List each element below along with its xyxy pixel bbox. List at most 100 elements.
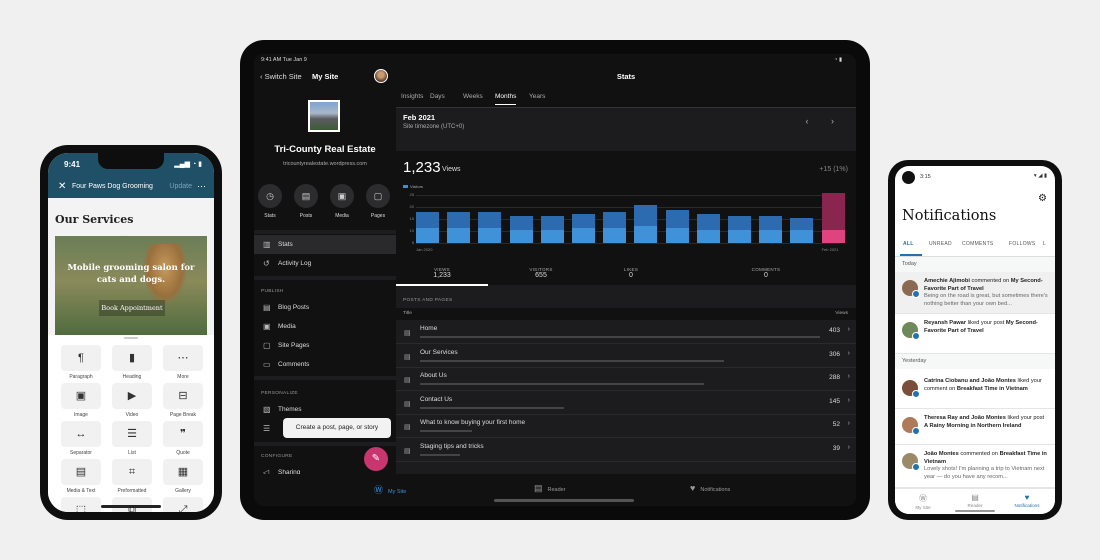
tabbar-notifications[interactable]: ♥ Notifications (690, 483, 730, 493)
sidebar-item-media[interactable]: ▣ Media (254, 317, 396, 336)
avatar (902, 380, 920, 398)
post-row[interactable]: ▤ Contact Us 145 › (396, 391, 856, 415)
tab-weeks[interactable]: Weeks (463, 93, 483, 100)
block-quote[interactable]: ❞ Quote (163, 421, 203, 456)
y-tick-label: 15 (409, 216, 414, 221)
quick-action-pages[interactable]: ▢ Pages (366, 184, 390, 219)
book-appointment-button[interactable]: Book Appointment (99, 300, 165, 316)
post-row[interactable]: ▤ Staging tips and tricks 39 › (396, 438, 856, 462)
nav-reader[interactable]: ▤ Reader (955, 493, 995, 508)
nav-my-site[interactable]: Ⓦ My Site (903, 493, 943, 510)
block-item-12[interactable]: ⬚ (61, 497, 101, 512)
notification-item[interactable]: Amechie Ajimobi commented on My Second-F… (895, 272, 1055, 314)
chart-bar[interactable] (603, 212, 627, 243)
switch-site-button[interactable]: ‹ Switch Site (260, 72, 302, 81)
sidebar-item-themes[interactable]: ▧ Themes (254, 400, 396, 419)
block-preformatted[interactable]: ⌗ Preformatted (112, 459, 152, 494)
chart-bar[interactable] (447, 212, 471, 243)
block-heading[interactable]: ▮ Heading (112, 345, 152, 380)
chart-bar[interactable] (634, 204, 658, 243)
sidebar-item-comments[interactable]: ▭ Comments (254, 355, 396, 374)
notification-item[interactable]: Theresa Ray and João Montes liked your p… (895, 409, 1055, 445)
chart-bar[interactable] (696, 214, 720, 243)
block-media-text[interactable]: ▤ Media & Text (61, 459, 101, 494)
update-button[interactable]: Update (169, 183, 192, 190)
tab-months[interactable]: Months (495, 93, 517, 105)
bar-views (696, 214, 720, 230)
sidebar-item-label: Comments (278, 361, 310, 368)
legend-label: Visitors (410, 184, 424, 189)
block-video[interactable]: ▶ Video (112, 383, 152, 418)
gear-icon[interactable]: ⚙ (1038, 193, 1047, 204)
sidebar-item-more[interactable]: ☰ (254, 419, 396, 438)
block-label: Page Break (169, 412, 197, 418)
summary-visitors[interactable]: VISITORS 655 (501, 267, 581, 279)
chart-bar[interactable] (821, 193, 845, 243)
quick-action-posts[interactable]: ▤ Posts (294, 184, 318, 219)
notif-tab-comments[interactable]: COMMENTS (962, 241, 994, 247)
block-gallery[interactable]: ▦ Gallery (163, 459, 203, 494)
site-title: Four Paws Dog Grooming (72, 183, 153, 190)
tab-insights[interactable]: Insights (401, 93, 423, 100)
tabbar-my-site[interactable]: Ⓦ My Site (374, 483, 406, 496)
notification-item[interactable]: Catrina Ciobanu and João Montes liked yo… (895, 372, 1055, 409)
nav-notifications[interactable]: ♥ Notifications (1007, 493, 1047, 508)
block-more[interactable]: ⋯ More (163, 345, 203, 380)
chart-bar[interactable] (509, 216, 533, 243)
summary-views[interactable]: VIEWS 1,233 (402, 267, 482, 279)
sidebar-item-site-pages[interactable]: ▢ Site Pages (254, 336, 396, 355)
notif-tab-follows[interactable]: FOLLOWS (1009, 241, 1036, 247)
bar-views (447, 212, 471, 228)
chart-bar[interactable] (416, 212, 439, 243)
notif-tab-l[interactable]: L (1043, 241, 1046, 247)
chart-bar[interactable] (759, 216, 783, 243)
block-separator[interactable]: ↔ Separator (61, 421, 101, 456)
chart-bar[interactable] (728, 216, 751, 243)
tab-days[interactable]: Days (430, 93, 445, 100)
quick-action-stats[interactable]: ◷ Stats (258, 184, 282, 219)
block-label: Gallery (175, 488, 191, 494)
chart-bar[interactable] (572, 214, 595, 243)
post-row[interactable]: ▤ What to know buying your first home 52 › (396, 415, 856, 438)
bar-visitors (634, 225, 658, 243)
notification-item[interactable]: Reyansh Pawar liked your post My Second-… (895, 314, 1055, 354)
views-total: 1,233 (403, 159, 441, 176)
site-url[interactable]: tricountyrealestate.wordpress.com (254, 161, 396, 167)
block-list[interactable]: ☰ List (112, 421, 152, 456)
chart-bar[interactable] (665, 210, 689, 243)
page-heading[interactable]: Our Services (55, 213, 133, 226)
chart-bar[interactable] (478, 212, 502, 243)
block-inserter: ¶ Paragraph ▮ Heading ⋯ More ▣ Image ▶ Video ⊟ Page… (48, 335, 214, 512)
sidebar-item-stats[interactable]: ▥ Stats (254, 235, 396, 254)
post-row[interactable]: ▤ About Us 288 › (396, 368, 856, 391)
notif-tab-all[interactable]: ALL (903, 241, 914, 247)
quick-action-media[interactable]: ▣ Media (330, 184, 354, 219)
close-icon[interactable]: ✕ (58, 181, 66, 192)
notif-tab-unread[interactable]: UNREAD (929, 241, 952, 247)
block-page-break[interactable]: ⊟ Page Break (163, 383, 203, 418)
more-icon[interactable]: ⋯ (197, 181, 206, 192)
chart-bar[interactable] (790, 218, 814, 243)
block-paragraph[interactable]: ¶ Paragraph (61, 345, 101, 380)
period-nav-chevrons[interactable]: ‹ › (806, 116, 845, 126)
tabbar-reader[interactable]: ▤ Reader (534, 483, 566, 494)
chart-legend: Visitors (403, 184, 423, 189)
status-time: 9:41 AM Tue Jan 9 (261, 57, 307, 63)
cover-block[interactable]: Mobile grooming salon for cats and dogs.… (55, 236, 207, 336)
site-icon[interactable] (308, 100, 340, 132)
summary-value: 1,233 (433, 272, 451, 279)
reader-icon: ▤ (534, 483, 543, 493)
block-item-14[interactable]: ⤢ (163, 497, 203, 512)
tab-years[interactable]: Years (529, 93, 545, 100)
notification-item[interactable]: João Montes commented on Breakfast Time … (895, 445, 1055, 488)
summary-likes[interactable]: LIKES 0 (591, 267, 671, 279)
summary-comments[interactable]: COMMENTS 0 (726, 267, 806, 279)
chart-bar[interactable] (540, 216, 564, 243)
post-row[interactable]: ▤ Our Services 306 › (396, 344, 856, 368)
sidebar-item-blog-posts[interactable]: ▤ Blog Posts (254, 298, 396, 317)
sidebar-item-activity-log[interactable]: ↺ Activity Log (254, 254, 396, 273)
block-image[interactable]: ▣ Image (61, 383, 101, 418)
post-row[interactable]: ▤ Home 403 › (396, 321, 856, 344)
summary-tabs: VIEWS 1,233 VISITORS 655 LIKES 0 COMMENTS 0 (396, 265, 856, 285)
avatar[interactable] (374, 69, 388, 83)
